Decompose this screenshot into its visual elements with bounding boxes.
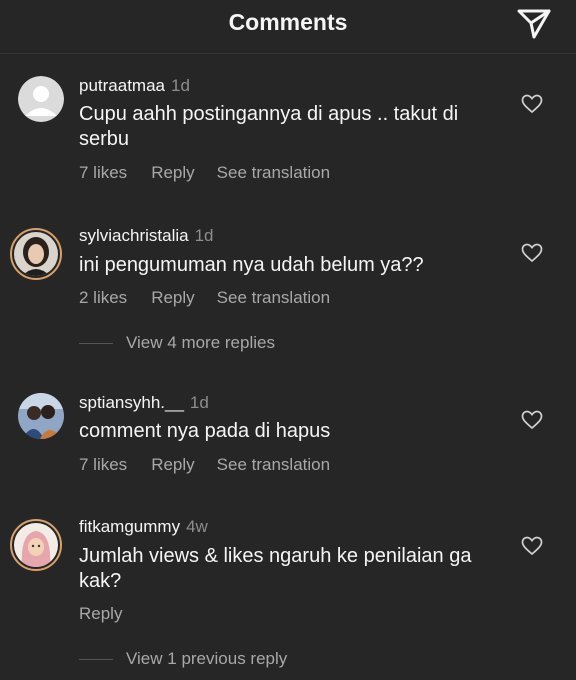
comment-text: comment nya pada di hapus (79, 420, 331, 442)
heart-icon[interactable] (521, 536, 543, 556)
timestamp: 1d (171, 76, 190, 95)
comment-text: Cupu aahh postingannya di apus .. takut … (79, 103, 459, 150)
heart-icon[interactable] (521, 243, 543, 263)
view-replies-label: View 4 more replies (126, 333, 275, 352)
reply-thread-line (79, 343, 113, 345)
default-avatar-icon (18, 76, 64, 122)
comment-header: sylviachristalia 1d (79, 226, 214, 246)
comment-actions: 7 likes Reply See translation (79, 163, 352, 183)
username[interactable]: putraatmaa (79, 76, 165, 95)
reply-button[interactable]: Reply (151, 455, 194, 474)
send-icon[interactable] (516, 6, 552, 40)
avatar[interactable] (10, 228, 62, 280)
page-title: Comments (228, 9, 348, 35)
see-translation-button[interactable]: See translation (217, 163, 330, 182)
comment-actions: 7 likes Reply See translation (79, 455, 352, 475)
timestamp: 1d (194, 226, 214, 245)
reply-button[interactable]: Reply (79, 604, 122, 623)
comment-text: ini pengumuman nya udah belum ya?? (79, 254, 424, 276)
comment-header: fitkamgummy 4w (79, 517, 208, 537)
see-translation-button[interactable]: See translation (217, 288, 330, 307)
likes-count[interactable]: 2 likes (79, 288, 127, 307)
username[interactable]: sylviachristalia (79, 226, 189, 245)
reply-button[interactable]: Reply (151, 288, 194, 307)
reply-thread-line (79, 659, 113, 661)
timestamp: 1d (189, 393, 209, 412)
profile-photo (14, 232, 58, 276)
likes-count[interactable]: 7 likes (79, 163, 127, 182)
username[interactable]: sptiansyhh.__ (79, 393, 184, 412)
heart-icon[interactable] (521, 94, 543, 114)
comment-text: Jumlah views & likes ngaruh ke penilaian… (79, 545, 472, 592)
comment-header: sptiansyhh.__ 1d (79, 393, 209, 413)
profile-photo (14, 523, 58, 567)
timestamp: 4w (186, 517, 208, 536)
heart-icon[interactable] (521, 410, 543, 430)
comment-header: putraatmaa 1d (79, 76, 190, 96)
view-replies-label: View 1 previous reply (126, 649, 288, 668)
profile-photo (18, 393, 64, 439)
avatar[interactable] (18, 76, 64, 122)
comment-actions: Reply (79, 604, 144, 624)
reply-button[interactable]: Reply (151, 163, 194, 182)
view-previous-reply-button[interactable]: View 1 previous reply (79, 649, 287, 669)
avatar[interactable] (18, 393, 64, 439)
avatar[interactable] (10, 519, 62, 571)
likes-count[interactable]: 7 likes (79, 455, 127, 474)
username[interactable]: fitkamgummy (79, 517, 180, 536)
comment-actions: 2 likes Reply See translation (79, 288, 352, 308)
see-translation-button[interactable]: See translation (217, 455, 330, 474)
view-more-replies-button[interactable]: View 4 more replies (79, 333, 275, 353)
header: Comments (0, 0, 576, 54)
